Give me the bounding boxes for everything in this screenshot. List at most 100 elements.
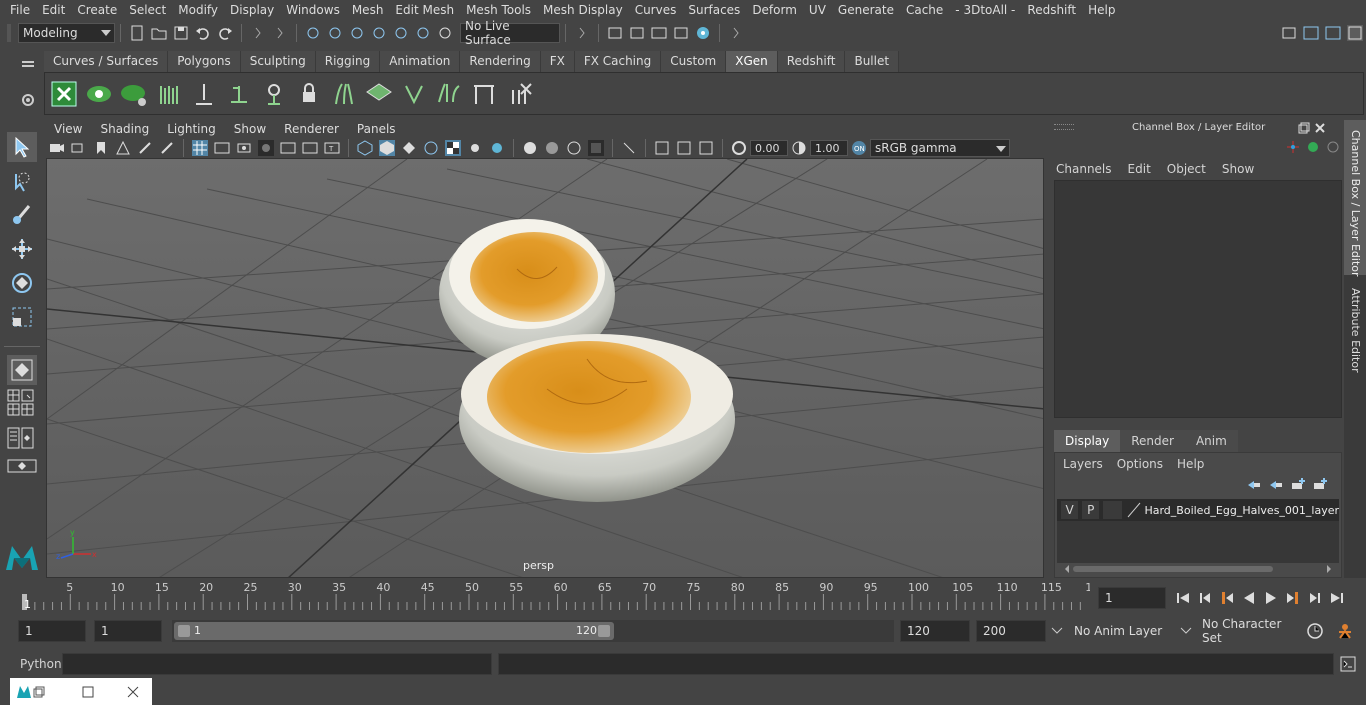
collapse-arrow-icon-2[interactable] [272,25,288,41]
outliner-toggle-icon[interactable] [1303,25,1319,41]
layer-scrollbar[interactable] [1057,563,1339,575]
exposure-icon[interactable] [731,140,747,156]
edit-menu[interactable]: Edit [1128,162,1151,176]
menu-edit[interactable]: Edit [36,3,71,17]
layer-row[interactable]: V P Hard_Boiled_Egg_Halves_001_layer [1057,499,1339,521]
select-by-hierarchy-icon[interactable] [305,25,321,41]
attribute-toggle-icon[interactable] [1325,25,1341,41]
menu-select[interactable]: Select [123,3,172,17]
single-view-layout-icon[interactable] [7,355,37,385]
undo-icon[interactable] [195,25,211,41]
motion-blur-icon[interactable] [544,140,560,156]
mode-dropdown[interactable]: Modeling [18,23,115,43]
channel-list[interactable] [1054,180,1342,418]
go-to-start-icon[interactable] [1175,590,1191,606]
graph-layout-icon[interactable] [21,403,35,417]
xgen-preview-icon[interactable] [84,78,114,110]
xgen-bend-guide-icon[interactable] [329,78,359,110]
xray-components-icon[interactable] [698,140,714,156]
scene-end-field[interactable]: 200 [976,620,1046,642]
default-material-icon[interactable] [401,140,417,156]
options-menu[interactable]: Options [1117,457,1163,471]
layout-collapse-icon[interactable] [7,459,37,473]
float-panel-icon[interactable] [1298,122,1310,137]
layer-playback-toggle[interactable]: P [1082,501,1100,519]
range-end-grip[interactable] [598,625,610,637]
menu-cache[interactable]: Cache [900,3,949,17]
layer-visibility-toggle[interactable]: V [1061,501,1079,519]
step-forward-key-icon[interactable] [1285,590,1301,606]
xgen-editor-icon[interactable] [49,78,79,110]
persp-graph-layout-icon[interactable] [21,427,35,449]
hypershade-icon[interactable] [695,25,711,41]
shelf-settings-gear-icon[interactable] [20,92,36,108]
char-set-dropdown-arrow-icon[interactable] [1179,623,1193,640]
render-frame-icon[interactable] [629,25,645,41]
select-by-object-icon[interactable] [327,25,343,41]
shelf-tab-curves-surfaces[interactable]: Curves / Surfaces [44,51,169,72]
two-view-layout-icon[interactable] [7,403,21,417]
viewport-menu-lighting[interactable]: Lighting [159,122,226,136]
manip-icon[interactable] [1286,140,1300,157]
scene-start-field[interactable]: 1 [18,620,86,642]
anti-aliasing-icon[interactable] [566,140,582,156]
gamma-icon[interactable] [791,140,807,156]
snap-curve-icon[interactable] [393,25,409,41]
help-menu[interactable]: Help [1177,457,1204,471]
wireframe-on-shaded-icon[interactable] [423,140,439,156]
smooth-shade-icon[interactable] [379,140,395,156]
menu-windows[interactable]: Windows [280,3,346,17]
xgen-comb-icon[interactable] [469,78,499,110]
rotate-tool-icon[interactable] [7,268,37,298]
layer-name[interactable]: Hard_Boiled_Egg_Halves_001_layer [1144,504,1339,517]
menu-mesh[interactable]: Mesh [346,3,390,17]
menu-modify[interactable]: Modify [172,3,224,17]
tab-render[interactable]: Render [1120,430,1185,452]
shelf-tab-fx[interactable]: FX [540,51,575,72]
redo-icon[interactable] [217,25,233,41]
snap-grid-icon[interactable] [371,25,387,41]
tab-anim[interactable]: Anim [1184,430,1238,452]
play-forwards-icon[interactable] [1263,590,1279,606]
xgen-add-guide-icon[interactable] [224,78,254,110]
layers-menu[interactable]: Layers [1063,457,1103,471]
textured-icon[interactable] [445,140,461,156]
show-menu[interactable]: Show [1222,162,1254,176]
persp-outliner-layout-icon[interactable] [21,389,35,403]
script-editor-icon[interactable] [1340,656,1356,675]
shadows-icon[interactable] [489,140,505,156]
char-set-field[interactable]: No Character Set [1196,617,1296,645]
step-forward-icon[interactable] [1307,590,1323,606]
isolate-select-icon[interactable] [621,140,637,156]
side-tab-attribute-editor[interactable]: Attribute Editor [1344,280,1366,380]
collapse-arrow-icon[interactable] [250,25,266,41]
maya-app-icon[interactable] [16,684,32,700]
select-by-component-icon[interactable] [349,25,365,41]
auto-key-icon[interactable] [1306,622,1324,643]
range-slider-handle[interactable]: 1 120 [174,622,614,640]
layer-color-swatch[interactable] [1126,502,1142,518]
new-scene-icon[interactable] [129,25,145,41]
menu-surfaces[interactable]: Surfaces [682,3,746,17]
perspective-viewport[interactable]: y x z persp [46,158,1044,578]
range-start-grip[interactable] [178,625,190,637]
outliner-layout-icon[interactable] [7,427,21,449]
step-back-icon[interactable] [1197,590,1213,606]
speed-icon[interactable] [1306,140,1320,157]
viewport-menu-panels[interactable]: Panels [349,122,406,136]
select-camera-icon[interactable] [49,140,65,156]
shelf-tab-bullet[interactable]: Bullet [845,51,900,72]
depth-of-field-icon[interactable] [588,140,604,156]
channels-menu[interactable]: Channels [1056,162,1112,176]
select-tool-icon[interactable] [7,132,37,162]
collapse-arrow-icon-3[interactable] [574,25,590,41]
menu-generate[interactable]: Generate [832,3,900,17]
shelf-tab-xgen[interactable]: XGen [726,51,778,72]
shelf-tab-sculpting[interactable]: Sculpting [240,51,316,72]
resolution-gate-icon[interactable] [236,140,252,156]
playback-end-field[interactable]: 120 [900,620,970,642]
snap-surface-icon[interactable] [437,25,453,41]
paint-select-tool-icon[interactable] [7,200,37,230]
close-panel-icon[interactable] [1314,122,1326,137]
collapse-arrow-icon-4[interactable] [728,25,744,41]
